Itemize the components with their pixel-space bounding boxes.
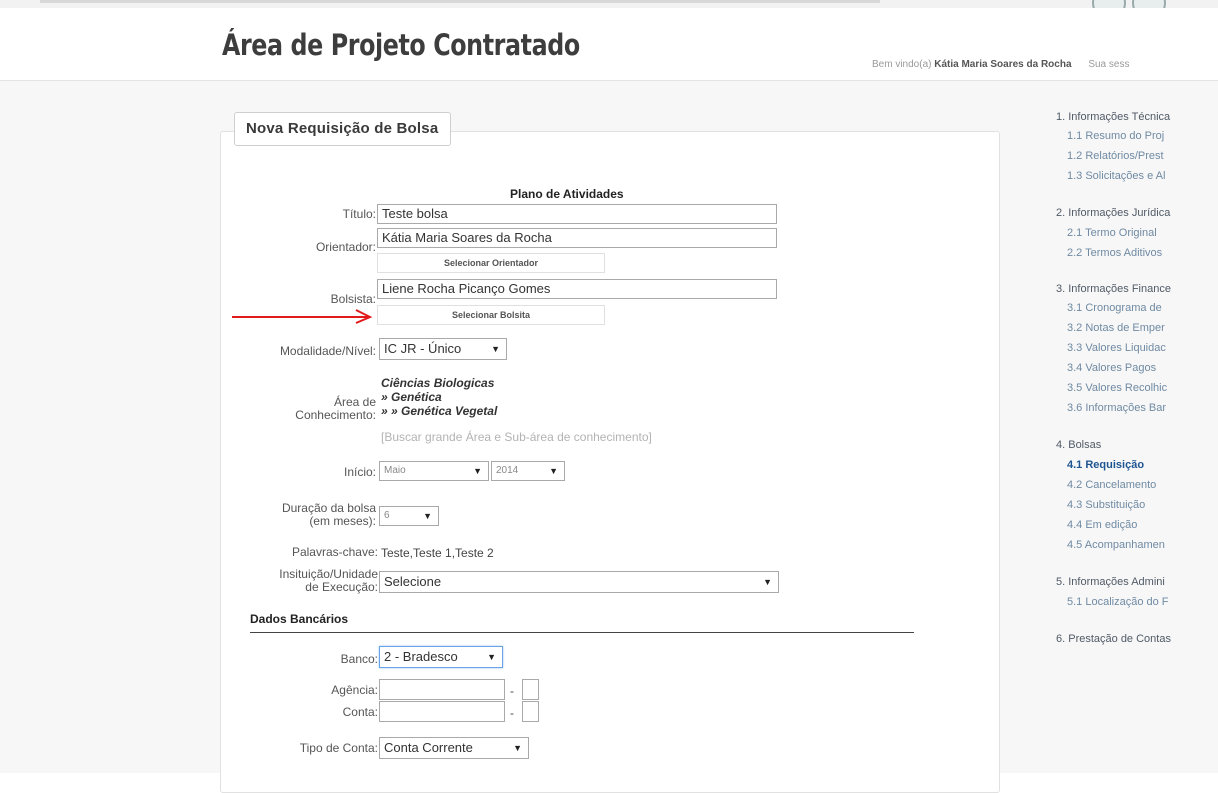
tipo-conta-select[interactable]: Conta Corrente ▼ [379,737,529,759]
palavras-label: Palavras-chave: [291,545,378,559]
sidebar-item-3-1[interactable]: 3.1 Cronograma de [1067,301,1162,316]
area-line3: » » Genética Vegetal [381,404,498,418]
modalidade-label: Modalidade/Nível: [279,344,376,358]
instituicao-select[interactable]: Selecione ▼ [379,571,779,593]
request-form: Plano de Atividades Título: Teste bolsa … [0,0,1000,773]
inicio-label: Início: [343,465,376,479]
palavras-value: Teste,Teste 1,Teste 2 [381,546,494,560]
sidebar-group-5[interactable]: 5. Informações Admini [1056,575,1165,590]
agencia-digit-input[interactable] [522,679,539,700]
inicio-month-select[interactable]: Maio ▼ [379,461,489,481]
red-arrow-icon [232,309,373,324]
chevron-down-icon: ▼ [513,743,522,753]
conta-input[interactable] [379,701,505,722]
sidebar-item-1-2[interactable]: 1.2 Relatórios/Prest [1067,149,1164,164]
sidebar-group-6[interactable]: 6. Prestação de Contas [1056,632,1171,647]
sidebar-group-1[interactable]: 1. Informações Técnica [1056,110,1170,125]
sidebar-item-3-6[interactable]: 3.6 Informações Bar [1067,401,1166,416]
sidebar-item-4-1[interactable]: 4.1 Requisição [1067,458,1144,473]
sidebar-item-2-2[interactable]: 2.2 Termos Aditivos [1067,246,1162,261]
chevron-down-icon: ▼ [423,511,432,521]
duracao-value: 6 [384,510,390,521]
conta-dash: - [510,706,514,720]
instituicao-label: Insituição/Unidade de Execução: [248,568,378,594]
sidebar-item-1-3[interactable]: 1.3 Solicitações e Al [1067,169,1165,184]
sidebar-group-2[interactable]: 2. Informações Jurídica [1056,206,1170,221]
sidebar-item-4-2[interactable]: 4.2 Cancelamento [1067,478,1156,493]
area-label: Área de Conhecimento: [250,396,376,422]
sidebar-item-3-2[interactable]: 3.2 Notas de Emper [1067,321,1165,336]
sidebar-group-3[interactable]: 3. Informações Finance [1056,282,1171,297]
select-orientador-button[interactable]: Selecionar Orientador [377,253,605,273]
plan-title: Plano de Atividades [510,187,624,201]
orientador-input[interactable]: Kátia Maria Soares da Rocha [377,228,777,248]
bolsista-input[interactable]: Liene Rocha Picanço Gomes [377,279,777,299]
duracao-label-line2: (em meses): [309,514,376,528]
modalidade-select[interactable]: IC JR - Único ▼ [379,338,507,360]
chevron-down-icon: ▼ [487,652,496,662]
dados-bancarios-title: Dados Bancários [250,612,349,626]
sidebar-group-4[interactable]: 4. Bolsas [1056,438,1101,453]
banco-select[interactable]: 2 - Bradesco ▼ [379,646,503,668]
duracao-label: Duração da bolsa (em meses): [250,502,376,528]
duracao-select[interactable]: 6 ▼ [379,506,439,526]
conta-label: Conta: [342,705,378,719]
sidebar-item-2-1[interactable]: 2.1 Termo Original [1067,226,1157,241]
area-label-line2: Conhecimento: [295,408,376,422]
chevron-down-icon: ▼ [549,466,558,476]
inicio-year-value: 2014 [496,465,519,476]
inicio-month-value: Maio [384,465,406,476]
area-line2: » Genética [381,390,442,404]
tipo-conta-value: Conta Corrente [384,740,473,755]
sidebar-item-4-4[interactable]: 4.4 Em edição [1067,518,1137,533]
select-bolsista-button[interactable]: Selecionar Bolsita [377,305,605,325]
instituicao-label-line2: de Execução: [305,580,378,594]
sidebar-item-3-4[interactable]: 3.4 Valores Pagos [1067,361,1156,376]
chevron-down-icon: ▼ [473,466,482,476]
tipo-conta-label: Tipo de Conta: [299,741,378,755]
titulo-label: Título: [342,207,376,221]
banco-label: Banco: [340,652,378,666]
modalidade-value: IC JR - Único [384,341,462,356]
section-divider [250,632,914,633]
chevron-down-icon: ▼ [491,344,500,354]
sidebar-item-4-3[interactable]: 4.3 Substituição [1067,498,1145,513]
inicio-year-select[interactable]: 2014 ▼ [491,461,565,481]
sidebar-item-1-1[interactable]: 1.1 Resumo do Proj [1067,129,1164,144]
titulo-input[interactable]: Teste bolsa [377,204,777,224]
banco-value: 2 - Bradesco [384,649,458,664]
area-conhecimento: Ciências Biologicas » Genética » » Genét… [381,376,497,418]
bolsista-label: Bolsista: [330,292,376,306]
sidebar-item-5-1[interactable]: 5.1 Localização do F [1067,595,1169,610]
sidebar-item-3-3[interactable]: 3.3 Valores Liquidac [1067,341,1166,356]
agencia-dash: - [510,684,514,698]
area-line1: Ciências Biologicas [381,376,495,390]
sidebar-item-3-5[interactable]: 3.5 Valores Recolhic [1067,381,1167,396]
session-text: Sua sess [1088,59,1130,70]
orientador-label: Orientador: [315,240,376,254]
conta-digit-input[interactable] [522,701,539,722]
sidebar-item-4-5[interactable]: 4.5 Acompanhamen [1067,538,1165,553]
agencia-input[interactable] [379,679,505,700]
chevron-down-icon: ▼ [763,577,772,587]
area-search-link[interactable]: [Buscar grande Área e Sub-área de conhec… [381,430,652,444]
instituicao-value: Selecione [384,574,442,589]
agencia-label: Agência: [331,683,378,697]
